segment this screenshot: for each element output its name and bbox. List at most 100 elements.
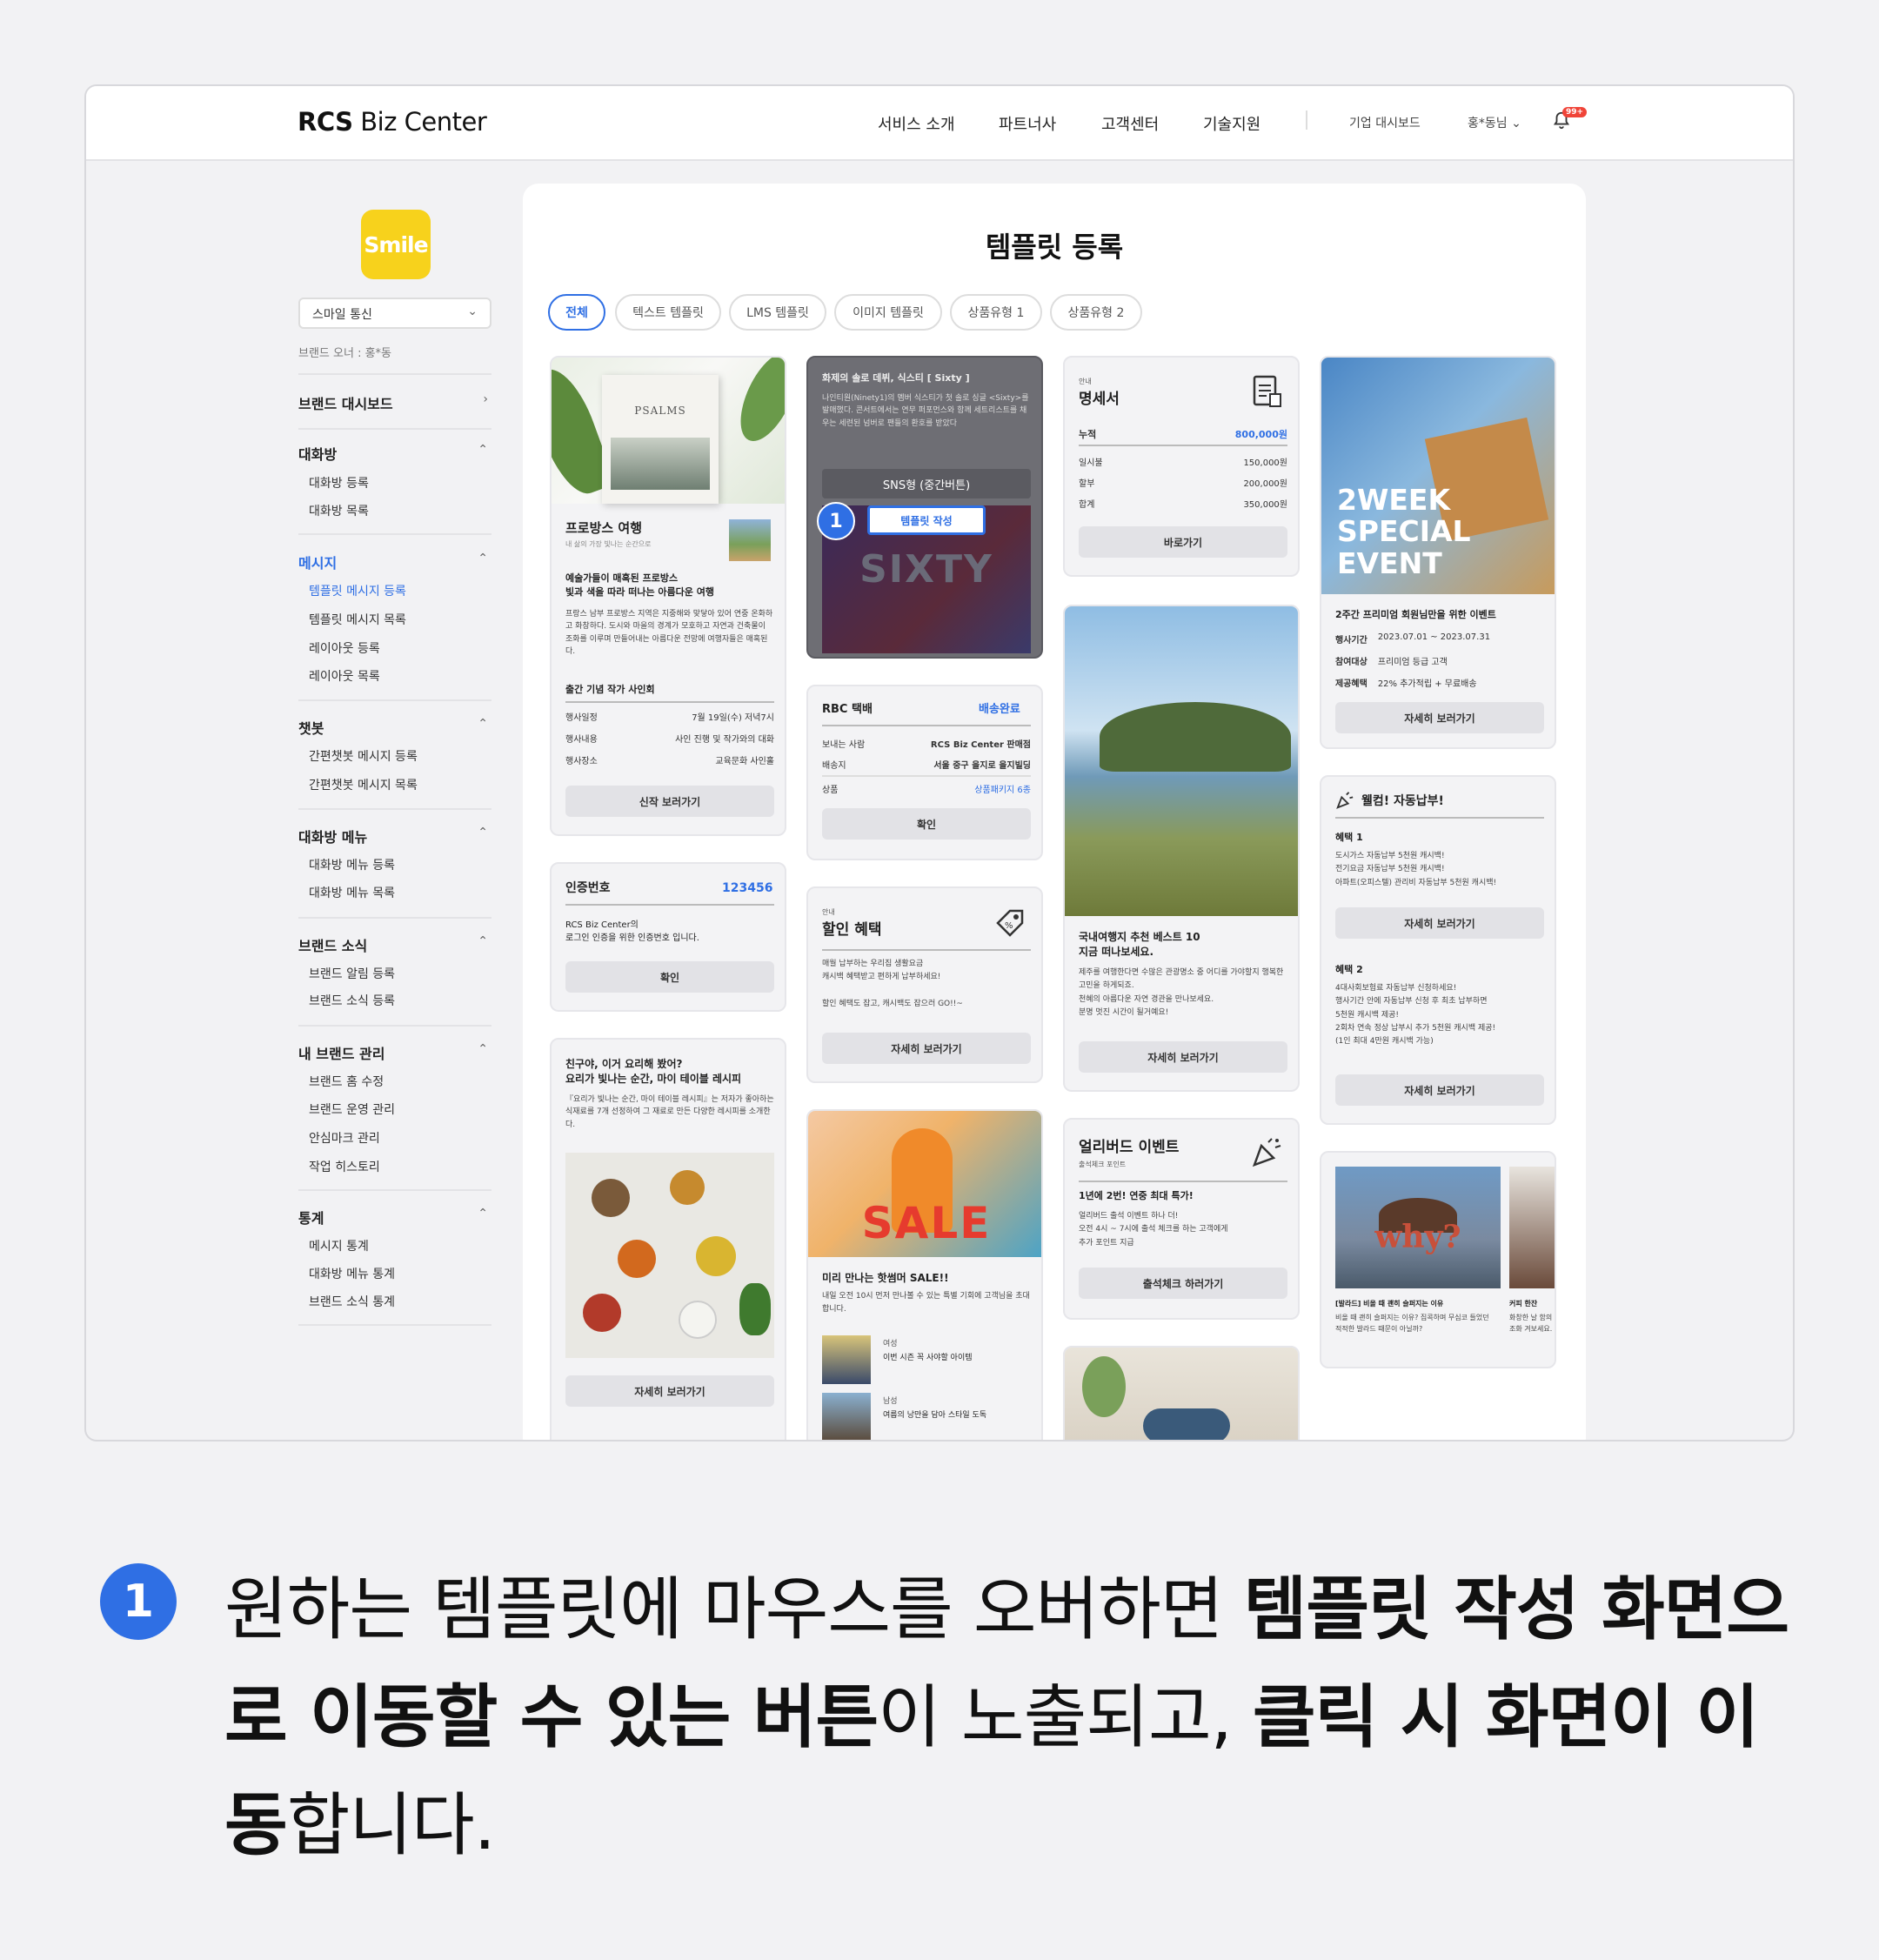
sidebar-item-menu-register[interactable]: 대화방 메뉴 등록 xyxy=(309,856,395,873)
browser-frame: RCS Biz Center 서비스 소개 파트너사 고객센터 기술지원 기업 … xyxy=(84,84,1795,1442)
go-button[interactable]: 바로가기 xyxy=(1079,526,1287,558)
template-card-summer-sale[interactable]: SALE 미리 만나는 핫썸머 SALE!! 내일 오전 10시 먼저 만나볼 … xyxy=(806,1109,1043,1440)
divider xyxy=(565,904,774,906)
detail-button[interactable]: 자세히 보러가기 xyxy=(1335,1074,1544,1106)
brand-select[interactable]: 스마일 통신 ⌄ xyxy=(298,298,491,329)
sidebar-item-template-list[interactable]: 템플릿 메시지 목록 xyxy=(309,611,406,628)
template-card-early-bird[interactable]: 얼리버드 이벤트 출석체크 포인트 1년에 2번! 연중 최대 특가! 얼리버드… xyxy=(1063,1118,1300,1320)
women-image xyxy=(822,1335,871,1384)
sidebar-item-brand-news[interactable]: 브랜드 소식 등록 xyxy=(309,992,395,1009)
card-title: 인증번호 xyxy=(565,881,611,895)
nav-partners[interactable]: 파트너사 xyxy=(999,112,1056,135)
tab-text-template[interactable]: 텍스트 템플릿 xyxy=(615,294,721,331)
card-button[interactable]: 신작 보러가기 xyxy=(565,786,774,817)
divider xyxy=(298,1324,491,1326)
benefit-title: 혜택 2 xyxy=(1335,964,1363,975)
card-small-label: 안내 xyxy=(822,908,835,916)
sidebar-item-chatroom-list[interactable]: 대화방 목록 xyxy=(309,502,369,519)
detail-button[interactable]: 자세히 보러가기 xyxy=(1335,907,1544,939)
caption-text: 원하는 템플릿에 마우스를 오버하면 템플릿 작성 화면으로 이동할 수 있는 … xyxy=(224,1569,1789,1865)
sidebar-item-layout-register[interactable]: 레이아웃 등록 xyxy=(309,639,380,657)
template-card-2week-event[interactable]: 2WEEK SPECIAL EVENT 2주간 프리미엄 회원님만을 위한 이벤… xyxy=(1320,356,1556,749)
benefit-title: 혜택 1 xyxy=(1335,832,1363,843)
create-template-button[interactable]: 템플릿 작성 xyxy=(867,505,986,535)
tab-lms-template[interactable]: LMS 템플릿 xyxy=(729,294,826,331)
spice-image xyxy=(565,1153,774,1358)
sidebar-item-layout-list[interactable]: 레이아웃 목록 xyxy=(309,667,380,685)
sidebar-section-my-brand[interactable]: 내 브랜드 관리 ⌃ xyxy=(298,1042,491,1063)
info-row: 행사일정 7월 19일(수) 저녁7시 xyxy=(565,713,774,723)
carousel-title: 커피 한잔 xyxy=(1509,1300,1538,1308)
sidebar-item-history[interactable]: 작업 히스토리 xyxy=(309,1158,380,1175)
attendance-button[interactable]: 출석체크 하러가기 xyxy=(1079,1268,1287,1299)
card-title: 얼리버드 이벤트 xyxy=(1079,1139,1180,1156)
sidebar-item-brand-alert[interactable]: 브랜드 알림 등록 xyxy=(309,965,395,982)
tab-all[interactable]: 전체 xyxy=(548,294,605,331)
sidebar-item-menu-list[interactable]: 대화방 메뉴 목록 xyxy=(309,884,395,901)
sidebar-section-chatroom[interactable]: 대화방 ⌃ xyxy=(298,443,491,464)
user-menu[interactable]: 홍*동님 ⌄ xyxy=(1468,114,1521,131)
template-card-statement[interactable]: 안내 명세서 누적 800,000원 일시불 150,000원 할부 200,000원… xyxy=(1063,356,1300,577)
nav-divider xyxy=(1306,110,1307,130)
detail-button[interactable]: 자세히 보러가기 xyxy=(1335,702,1544,733)
item-category: 여성 xyxy=(883,1340,898,1348)
template-card-yoga[interactable] xyxy=(1063,1346,1300,1440)
sidebar-item-news-stats[interactable]: 브랜드 소식 통계 xyxy=(309,1293,395,1310)
sidebar-item-brand-operation[interactable]: 브랜드 운영 관리 xyxy=(309,1100,395,1118)
sidebar-item-brand-home[interactable]: 브랜드 홈 수정 xyxy=(309,1073,384,1090)
info-row: 배송지 서울 중구 을지로 을지빌딩 xyxy=(822,761,1031,771)
sidebar-item-chatbot-register[interactable]: 간편챗봇 메시지 등록 xyxy=(309,747,418,765)
template-card-travel[interactable]: 국내여행지 추천 베스트 10 지금 떠나보세요. 제주를 여행한다면 수많은 … xyxy=(1063,605,1300,1092)
tab-image-template[interactable]: 이미지 템플릿 xyxy=(834,294,942,331)
rcs-logo[interactable]: RCS Biz Center xyxy=(298,107,487,137)
divider xyxy=(565,701,774,703)
sidebar-section-chatroom-menu[interactable]: 대화방 메뉴 ⌃ xyxy=(298,826,491,846)
delivery-image: 2WEEK SPECIAL EVENT xyxy=(1321,358,1555,594)
sidebar-section-brand-news[interactable]: 브랜드 소식 ⌃ xyxy=(298,934,491,955)
detail-button[interactable]: 자세히 보러가기 xyxy=(565,1375,774,1407)
template-card-sixty-hover[interactable]: 화제의 솔로 데뷔, 식스티 [ Sixty ] 나인티원(Ninety1)의 … xyxy=(806,356,1043,659)
sidebar-item-chatbot-list[interactable]: 간편챗봇 메시지 목록 xyxy=(309,776,418,793)
card-small-label: 안내 xyxy=(1079,378,1092,385)
chevron-up-icon: ⌃ xyxy=(478,826,488,840)
info-row: 상품 상품패키지 6종 xyxy=(822,786,1031,795)
divider xyxy=(1079,1181,1287,1182)
spice-spoon xyxy=(583,1294,621,1332)
sidebar-item-safe-mark[interactable]: 안심마크 관리 xyxy=(309,1129,380,1147)
tab-product-type-2[interactable]: 상품유형 2 xyxy=(1050,294,1142,331)
divider xyxy=(298,699,491,701)
chevron-down-icon: ⌄ xyxy=(467,304,478,318)
template-card-delivery[interactable]: RBC 택배 배송완료 보내는 사람 RCS Biz Center 판매점 배송지… xyxy=(806,685,1043,860)
card-body: 『요리가 빛나는 순간, 마이 테이블 레시피』는 저자가 좋아하는 식재료를 … xyxy=(565,1095,774,1129)
nav-customer-center[interactable]: 고객센터 xyxy=(1101,112,1159,135)
sidebar-section-chatbot[interactable]: 챗봇 ⌃ xyxy=(298,717,491,738)
event-title: 출간 기념 작가 사인회 xyxy=(565,684,655,695)
sidebar-item-menu-stats[interactable]: 대화방 메뉴 통계 xyxy=(309,1265,395,1282)
tab-product-type-1[interactable]: 상품유형 1 xyxy=(950,294,1042,331)
sidebar-item-chatroom-register[interactable]: 대화방 등록 xyxy=(309,474,369,492)
template-card-auth-code[interactable]: 인증번호 123456 RCS Biz Center의 로그인 인증을 위한 인… xyxy=(550,862,786,1012)
info-row: 제공혜택 22% 추가적립 + 무료배송 xyxy=(1335,679,1477,689)
template-card-provence[interactable]: PSALMS 프로방스 여행 내 삶의 가장 빛나는 순간으로 예술가들이 매혹… xyxy=(550,356,786,836)
sidebar-item-template-register[interactable]: 템플릿 메시지 등록 xyxy=(309,582,406,599)
confirm-button[interactable]: 확인 xyxy=(565,961,774,993)
sidebar-brand-dashboard[interactable]: 브랜드 대시보드 › xyxy=(298,392,491,413)
nav-service-intro[interactable]: 서비스 소개 xyxy=(878,112,955,135)
template-card-recipe[interactable]: 친구야, 이거 요리해 봤어? 요리가 빛나는 순간, 마이 테이블 레시피 『… xyxy=(550,1038,786,1440)
template-card-carousel[interactable]: why? [발라드] 비올 때 괜히 슬퍼지는 이유 비올 때 괜히 슬퍼지는 … xyxy=(1320,1151,1556,1368)
nav-enterprise-dashboard[interactable]: 기업 대시보드 xyxy=(1349,114,1421,131)
chevron-up-icon: ⌃ xyxy=(478,443,488,457)
confirm-button[interactable]: 확인 xyxy=(822,808,1031,840)
chevron-up-icon: ⌃ xyxy=(478,934,488,948)
detail-button[interactable]: 자세히 보러가기 xyxy=(822,1033,1031,1064)
sale-image: SALE xyxy=(808,1111,1041,1257)
sidebar-section-stats[interactable]: 통계 ⌃ xyxy=(298,1207,491,1228)
sidebar-item-message-stats[interactable]: 메시지 통계 xyxy=(309,1237,369,1254)
card-title: 웰컴! 자동납부! xyxy=(1361,794,1444,808)
template-card-discount[interactable]: 안내 할인 혜택 % 매월 납부하는 우리집 생활요금 캐시백 혜택받고 편하게… xyxy=(806,886,1043,1083)
card-title: 할인 혜택 xyxy=(822,921,882,939)
sidebar-section-message[interactable]: 메시지 ⌃ xyxy=(298,552,491,572)
detail-button[interactable]: 자세히 보러가기 xyxy=(1079,1041,1287,1073)
nav-tech-support[interactable]: 기술지원 xyxy=(1203,112,1260,135)
template-card-auto-payment[interactable]: 웰컴! 자동납부! 혜택 1 도시가스 자동납부 5천원 캐시백! 전기요금 자… xyxy=(1320,775,1556,1125)
